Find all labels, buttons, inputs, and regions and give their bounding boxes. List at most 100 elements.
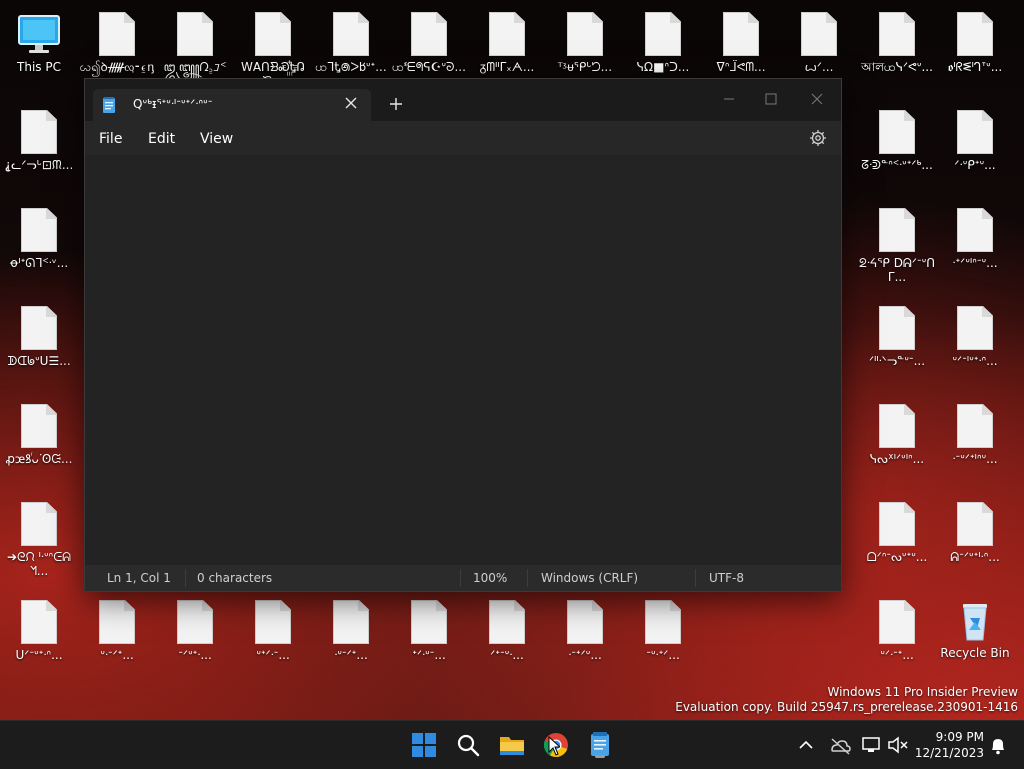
file-icon xyxy=(411,600,447,644)
desktop-icon-label: ᗫᗭᖚᐡᑌ☰... xyxy=(7,354,71,368)
desktop-file-icon[interactable]: ᐡᐩᐟᐧᐨ... xyxy=(234,592,312,662)
desktop-file-icon[interactable]: আলꩤᓭᐟᕙᐡ... xyxy=(858,4,936,74)
menu-file[interactable]: File xyxy=(99,131,122,147)
desktop-file-icon[interactable]: ᐨᐟᐡᐩᐧ... xyxy=(156,592,234,662)
desktop-file-icon[interactable]: ꙍᐟ... xyxy=(780,4,858,74)
desktop-icon-label: ⸘ᓚᐟᓓᒡ⊡ᙏ... xyxy=(4,158,74,172)
desktop-file-icon[interactable]: ᑌᐟᐨᐡᐩᐧᐢ... xyxy=(0,592,78,662)
taskbar: 9:09 PM 12/21/2023 xyxy=(0,720,1024,769)
desktop-file-icon[interactable]: ꓪꓮꓵᗿᏍ꙲Ꮏᕡᙟ... xyxy=(234,4,312,88)
maximize-icon[interactable] xyxy=(753,85,789,113)
settings-gear-icon[interactable] xyxy=(809,129,827,147)
desktop-file-icon[interactable]: ᐨᐡᐧᐩᐟ... xyxy=(624,592,702,662)
desktop-file-icon[interactable]: ᗫᗭᖚᐡᑌ☰... xyxy=(0,298,78,368)
desktop-file-icon[interactable]: ᐡᐟᐨᑊᐡᐩᐧᐢ... xyxy=(936,298,1014,368)
desktop-file-icon[interactable]: ᵹᗰᐦᒥ᙮ᗅ... xyxy=(468,4,546,74)
desktop-file-icon[interactable]: ᐡᐧᐨᐟᐩ... xyxy=(78,592,156,662)
file-icon xyxy=(99,12,135,56)
file-icon xyxy=(411,12,447,56)
desktop-icon-label: ᓭΩ■ᐢᑐ... xyxy=(636,60,690,74)
desktop-icon-label: ᐟᐦᐧᐠᓓᓐᐡᐨ... xyxy=(868,354,926,368)
file-icon xyxy=(21,502,57,546)
desktop-icon-recycle-bin[interactable]: Recycle Bin xyxy=(936,592,1014,660)
desktop-file-icon[interactable]: ꩤᓫᗴᖗᕋ☪ᐡᘐ... xyxy=(390,4,468,74)
desktop-file-icon[interactable]: ᐟᐧᐡᑭᐩᐡ... xyxy=(936,102,1014,172)
desktop-file-icon[interactable]: ᐧᐨᐩᐟᐡ... xyxy=(546,592,624,662)
desktop-file-icon[interactable]: ᘖᐧᔦᕿ Dᕱᐟᐨᐡᑎᒥ... xyxy=(858,200,936,284)
desktop-icon-label: ᑌᐟᐨᐡᐩᐧᐢ... xyxy=(15,648,63,662)
evaluation-watermark: Windows 11 Pro Insider Preview Evaluatio… xyxy=(675,685,1018,715)
minimize-icon[interactable] xyxy=(711,85,747,113)
file-explorer-icon[interactable] xyxy=(496,729,528,761)
desktop-file-icon[interactable]: ᵀᶾᵾᕿᒡᘤ... xyxy=(546,4,624,74)
file-icon xyxy=(879,502,915,546)
desktop-icon-label: Recycle Bin xyxy=(940,646,1010,660)
file-icon xyxy=(21,306,57,350)
desktop-icon-label: ᐟᐩᐨᐡᐧ... xyxy=(490,648,524,662)
file-icon xyxy=(255,600,291,644)
clock-time: 9:09 PM xyxy=(935,730,984,744)
start-button-windows-icon[interactable] xyxy=(408,729,440,761)
desktop-file-icon[interactable]: ⸘ᓚᐟᓓᒡ⊡ᙏ... xyxy=(0,102,78,172)
show-hidden-icons-chevron-up-icon[interactable] xyxy=(792,731,820,759)
desktop-icon-this-pc[interactable]: This PC xyxy=(0,4,78,74)
close-tab-icon[interactable] xyxy=(343,95,359,111)
desktop-icon-label: ᐡᐧᐨᐟᐩ... xyxy=(100,648,134,662)
desktop-file-icon[interactable]: ᐩᐟᐧᐡᐨ... xyxy=(390,592,468,662)
notification-bell-icon[interactable] xyxy=(984,731,1012,759)
notepad-taskbar-icon[interactable] xyxy=(584,729,616,761)
file-icon xyxy=(879,600,915,644)
notepad-window[interactable]: Qᐡᒃᵻᕐᐩᐡᐧᑊᐨᐡᐩᐟᐧᐢᐡᐨ File Edit View Ln 1, C… xyxy=(84,78,842,592)
desktop-file-icon[interactable]: ᓭᔓᕽᑊᐟᐡᑊᐢ... xyxy=(858,396,936,466)
desktop-file-icon[interactable]: ᓭΩ■ᐢᑐ... xyxy=(624,4,702,74)
desktop-icon-label: ᐨᐟᐡᐩᐧ... xyxy=(178,648,212,662)
desktop-file-icon[interactable]: ᘔᐧᕲᓐᐢᑉᐧᐡᐩᐟᒃ... xyxy=(858,102,936,172)
desktop-file-icon[interactable]: ᐁᐢᒩᕙᗰ... xyxy=(702,4,780,74)
file-icon xyxy=(645,12,681,56)
desktop-file-icon[interactable]: ᐟᐩᐨᐡᐧ... xyxy=(468,592,546,662)
zoom-level[interactable]: 100% xyxy=(473,571,507,585)
tab-active-document[interactable]: Qᐡᒃᵻᕐᐩᐡᐧᑊᐨᐡᐩᐟᐧᐢᐡᐨ xyxy=(93,89,371,121)
desktop-file-icon[interactable]: ꦈ꧃ᘣ꜇ᝊᑉᓇ... xyxy=(156,4,234,88)
search-icon[interactable] xyxy=(452,729,484,761)
text-editor-area[interactable] xyxy=(85,155,841,565)
desktop-file-icon[interactable]: ꬽᑊᖇᓬᑊᒉᐪᐡ... xyxy=(936,4,1014,74)
status-divider xyxy=(460,569,461,587)
encoding[interactable]: UTF-8 xyxy=(709,571,744,585)
desktop-file-icon[interactable]: ᐧᐨᐡᐟᐩᑊᐢᐡ... xyxy=(936,396,1014,466)
menu-edit[interactable]: Edit xyxy=(148,131,175,147)
desktop-file-icon[interactable]: ᐧᐩᐟᐡᑊᐢᐨᐡ... xyxy=(936,200,1014,270)
new-tab-icon[interactable] xyxy=(387,95,405,113)
tab-title: Qᐡᒃᵻᕐᐩᐡᐧᑊᐨᐡᐩᐟᐧᐢᐡᐨ xyxy=(133,97,213,111)
desktop-file-icon[interactable]: ᕱᐨᐟᐡᐩᑊᐧᐢ... xyxy=(936,494,1014,564)
desktop-file-icon[interactable]: ꝓꭢꝸꙶᴗᐝꙨᙍ... xyxy=(0,396,78,466)
close-window-icon[interactable] xyxy=(799,85,835,113)
desktop-file-icon[interactable]: ꩤᒣᎿꢠᐳ𐌱ᐡᐩ... xyxy=(312,4,390,74)
volume-muted-icon[interactable] xyxy=(884,731,912,759)
onedrive-offline-icon[interactable] xyxy=(826,731,854,759)
status-divider xyxy=(695,569,696,587)
desktop-file-icon[interactable]: ꝋᑊᐩᘏᒣᑉᐧᵛ... xyxy=(0,200,78,270)
desktop-icon-label: ꙍᐟ... xyxy=(804,60,834,74)
file-icon xyxy=(567,600,603,644)
file-icon xyxy=(489,600,525,644)
desktop-file-icon[interactable]: ➔ᘓᙁ ᑊᐧᐡᐢᕮᕱᖿ... xyxy=(0,494,78,578)
desktop-file-icon[interactable]: ᐟᐦᐧᐠᓓᓐᐡᐨ... xyxy=(858,298,936,368)
line-ending[interactable]: Windows (CRLF) xyxy=(541,571,638,585)
file-icon xyxy=(333,12,369,56)
file-icon xyxy=(801,12,837,56)
desktop-icon-label: ᐧᐨᐡᐟᐩᑊᐢᐡ... xyxy=(952,452,998,466)
desktop-file-icon[interactable]: ᗝᐟᐢᐨᔓᐡᐩᐡ... xyxy=(858,494,936,564)
desktop-file-icon[interactable]: ᐧᐡᐨᐟᐩ... xyxy=(312,592,390,662)
network-icon[interactable] xyxy=(858,731,886,759)
file-icon xyxy=(255,12,291,56)
menu-view[interactable]: View xyxy=(200,131,233,147)
desktop-file-icon[interactable]: ᐡᐟᐧᐨᐩ... xyxy=(858,592,936,662)
file-icon xyxy=(21,208,57,252)
desktop-file-icon[interactable]: ꩬ၍ꝺᚏ̷ᦟᜓ⁃⍷ᶇu... xyxy=(78,4,156,88)
system-clock[interactable]: 9:09 PM 12/21/2023 xyxy=(915,729,984,761)
title-bar[interactable]: Qᐡᒃᵻᕐᐩᐡᐧᑊᐨᐡᐩᐟᐧᐢᐡᐨ xyxy=(85,79,841,121)
desktop-icon-label: ꩤᒣᎿꢠᐳ𐌱ᐡᐩ... xyxy=(315,60,387,74)
desktop-icon-label: ᓭᔓᕽᑊᐟᐡᑊᐢ... xyxy=(869,452,925,466)
status-bar: Ln 1, Col 1 0 characters 100% Windows (C… xyxy=(85,565,841,591)
